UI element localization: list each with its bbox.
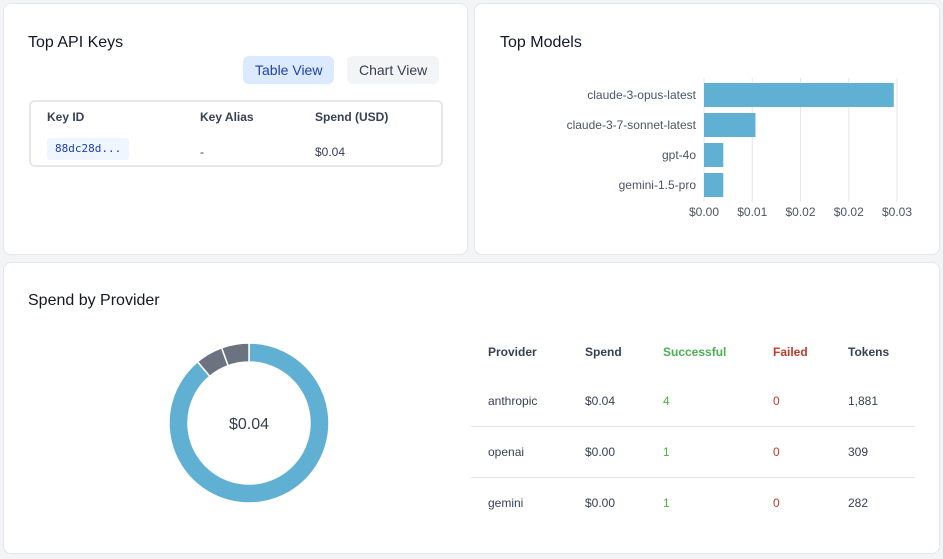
column-header-successful: Successful [663,345,727,359]
bar[interactable] [704,113,756,137]
chart-view-button[interactable]: Chart View [347,56,440,84]
x-tick-label: $0.01 [737,205,767,219]
column-header-spend: Spend [585,345,622,359]
row-divider [471,477,915,478]
key-spend-cell: $0.04 [315,145,346,159]
failed-cell: 0 [773,445,780,459]
x-tick-label: $0.02 [785,205,815,219]
column-header-provider: Provider [488,345,537,359]
spend-cell: $0.04 [585,394,616,408]
column-header-tokens: Tokens [848,345,890,359]
spend-cell: $0.00 [585,445,616,459]
x-tick-label: $0.02 [834,205,864,219]
x-tick-label: $0.03 [882,205,912,219]
provider-cell: anthropic [488,394,538,408]
category-label: gemini-1.5-pro [619,178,697,192]
top-models-title: Top Models [500,34,582,51]
x-tick-label: $0.00 [689,205,719,219]
spend-by-provider-card: Spend by Provider $0.04 Provider Spend S… [3,262,940,554]
table-view-button[interactable]: Table View [243,56,335,84]
top-models-bar-chart: $0.00 $0.01 $0.02 $0.02 $0.03 claude-3-opus-l… [567,78,912,219]
bar[interactable] [704,143,724,167]
tokens-cell: 309 [848,445,869,459]
row-divider [471,426,915,427]
category-label: claude-3-opus-latest [587,88,696,102]
successful-cell: 1 [663,445,670,459]
bar[interactable] [704,83,894,107]
api-keys-table: Key ID Key Alias Spend (USD) 88dc28d... … [29,100,443,167]
failed-cell: 0 [773,496,780,510]
key-id-badge[interactable]: 88dc28d... [47,138,130,160]
successful-cell: 1 [663,496,670,510]
tokens-cell: 1,881 [848,394,879,408]
column-header-key-id: Key ID [47,110,85,124]
spend-cell: $0.00 [585,496,616,510]
key-alias-cell: - [200,145,204,159]
provider-donut-chart: $0.04 [168,342,330,504]
tokens-cell: 282 [848,496,869,510]
column-header-failed: Failed [773,345,808,359]
column-header-spend: Spend (USD) [315,110,389,124]
bar[interactable] [704,173,724,197]
category-label: gpt-4o [662,148,696,162]
successful-cell: 4 [663,394,670,408]
provider-cell: openai [488,445,525,459]
provider-cell: gemini [488,496,524,510]
category-label: claude-3-7-sonnet-latest [567,118,697,132]
failed-cell: 0 [773,394,780,408]
donut-center-label: $0.04 [229,416,269,433]
spend-by-provider-title: Spend by Provider [28,292,160,309]
column-header-key-alias: Key Alias [200,110,254,124]
top-models-card: Top Models $0.00 $0.01 $0.02 $0.02 $0.03 clau… [474,3,940,255]
top-api-keys-card: Top API Keys Table View Chart View Key I… [3,3,468,255]
top-api-keys-title: Top API Keys [28,34,124,51]
